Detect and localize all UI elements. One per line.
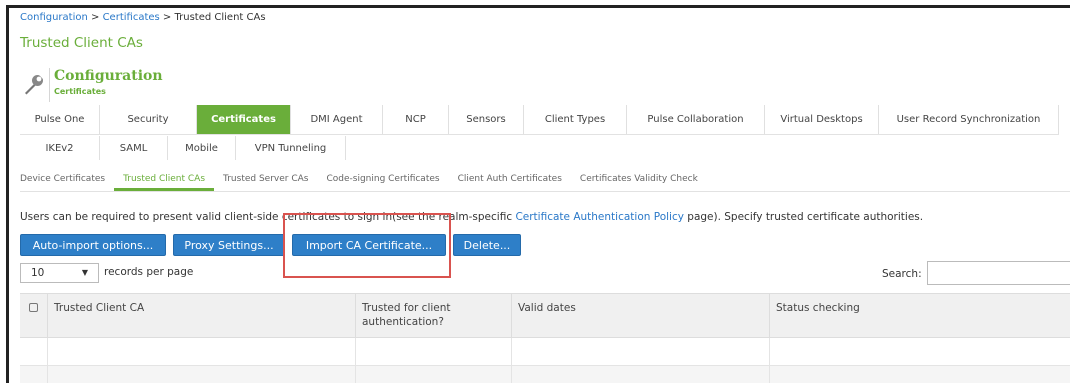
tab-ncp[interactable]: NCP [383, 105, 449, 134]
chevron-down-icon: ▼ [81, 268, 88, 277]
breadcrumb-separator: > [87, 12, 103, 23]
main-tabs-row-2: IKEv2 SAML Mobile VPN Tunneling [20, 136, 346, 160]
auto-import-options-button[interactable]: Auto-import options... [20, 234, 166, 256]
table-header: Trusted Client CA Trusted for client aut… [20, 294, 1070, 338]
breadcrumb-configuration[interactable]: Configuration [20, 12, 88, 23]
section-divider [49, 68, 50, 102]
tab-mobile[interactable]: Mobile [168, 136, 236, 160]
tab-vpn-tunneling[interactable]: VPN Tunneling [236, 136, 346, 160]
trusted-client-ca-table: Trusted Client CA Trusted for client aut… [20, 293, 1070, 383]
table-row [20, 338, 1070, 366]
breadcrumb: Configuration > Certificates > Trusted C… [20, 12, 266, 23]
search-label: Search: [882, 268, 922, 280]
column-header-status-checking[interactable]: Status checking [770, 294, 1070, 337]
breadcrumb-separator: > [159, 12, 175, 23]
tab-client-types[interactable]: Client Types [524, 105, 627, 134]
section-title: Configuration [54, 68, 163, 84]
select-all-checkbox[interactable] [29, 303, 38, 312]
section-subtitle: Certificates [54, 87, 106, 96]
description-text: page). Specify trusted certificate autho… [683, 211, 924, 223]
certificate-authentication-policy-link[interactable]: Certificate Authentication Policy [515, 211, 684, 223]
column-header-trusted-for-client-auth[interactable]: Trusted for client authentication? [356, 294, 512, 337]
tab-virtual-desktops[interactable]: Virtual Desktops [765, 105, 879, 134]
tab-sensors[interactable]: Sensors [449, 105, 524, 134]
wrench-icon [22, 73, 46, 97]
tab-ikev2[interactable]: IKEv2 [20, 136, 100, 160]
main-tabs-row-1: Pulse One Security Certificates DMI Agen… [20, 105, 1059, 135]
page-title: Trusted Client CAs [20, 35, 143, 51]
subtab-client-auth-certificates[interactable]: Client Auth Certificates [449, 173, 571, 191]
tab-certificates[interactable]: Certificates [197, 105, 291, 134]
table-row [20, 366, 1070, 383]
search-input[interactable] [927, 261, 1070, 285]
page-description: Users can be required to present valid c… [20, 211, 923, 223]
subtab-trusted-client-cas[interactable]: Trusted Client CAs [114, 173, 215, 191]
select-all-header [20, 294, 48, 337]
delete-button[interactable]: Delete... [453, 234, 521, 256]
records-per-page-value: 10 [31, 267, 45, 279]
breadcrumb-certificates[interactable]: Certificates [103, 12, 160, 23]
tab-user-record-synchronization[interactable]: User Record Synchronization [879, 105, 1059, 134]
subtab-code-signing-certificates[interactable]: Code-signing Certificates [317, 173, 448, 191]
proxy-settings-button[interactable]: Proxy Settings... [173, 234, 285, 256]
sub-tabs: Device Certificates Trusted Client CAs T… [20, 173, 1070, 192]
tab-security[interactable]: Security [100, 105, 197, 134]
breadcrumb-current: Trusted Client CAs [174, 12, 266, 23]
column-header-trusted-client-ca[interactable]: Trusted Client CA [48, 294, 356, 337]
description-text: Users can be required to present valid c… [20, 211, 516, 223]
tab-pulse-one[interactable]: Pulse One [20, 105, 100, 134]
tab-pulse-collaboration[interactable]: Pulse Collaboration [627, 105, 765, 134]
tab-dmi-agent[interactable]: DMI Agent [291, 105, 383, 134]
import-ca-certificate-button[interactable]: Import CA Certificate... [292, 234, 446, 256]
app-frame: Configuration > Certificates > Trusted C… [6, 5, 1070, 383]
subtab-device-certificates[interactable]: Device Certificates [20, 173, 114, 191]
subtab-trusted-server-cas[interactable]: Trusted Server CAs [214, 173, 317, 191]
column-header-valid-dates[interactable]: Valid dates [512, 294, 770, 337]
tab-saml[interactable]: SAML [100, 136, 168, 160]
records-per-page-select[interactable]: 10 ▼ [20, 263, 99, 283]
records-per-page-label: records per page [104, 266, 194, 278]
subtab-certificates-validity-check[interactable]: Certificates Validity Check [571, 173, 707, 191]
